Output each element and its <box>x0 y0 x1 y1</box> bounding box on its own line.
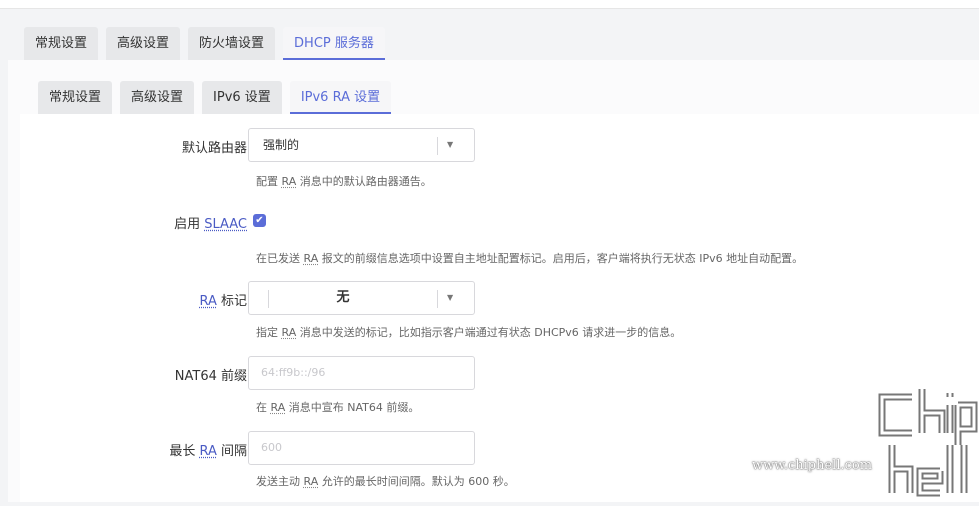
subtab-ipv6-settings[interactable]: IPv6 设置 <box>202 81 282 114</box>
slaac-checkbox[interactable]: ✔ <box>253 214 266 227</box>
slaac-abbr: SLAAC <box>204 217 247 232</box>
ra-abbr: RA <box>303 475 319 488</box>
top-tab-bar: 常规设置 高级设置 防火墙设置 DHCP 服务器 <box>24 27 385 60</box>
check-icon: ✔ <box>255 215 264 226</box>
ra-abbr: RA <box>281 175 297 188</box>
default-router-value: 强制的 <box>263 138 300 152</box>
ra-abbr: RA <box>303 252 319 265</box>
subtab-ipv6-ra-settings[interactable]: IPv6 RA 设置 <box>289 81 392 114</box>
nat64-prefix-label: NAT64 前缀 <box>174 369 247 384</box>
ra-flags-value: 无 <box>336 290 350 305</box>
nat64-prefix-input[interactable]: 64:ff9b::/96 <box>248 356 475 390</box>
chiphell-watermark: www.chiphell.com <box>752 385 979 502</box>
subtab-general-settings[interactable]: 常规设置 <box>38 81 113 114</box>
ra-abbr: RA <box>199 444 217 459</box>
sub-tab-bar: 常规设置 高级设置 IPv6 设置 IPv6 RA 设置 <box>38 81 392 114</box>
default-router-select[interactable]: 强制的 ▼ <box>248 128 475 162</box>
chiphell-logo-icon <box>878 389 978 497</box>
select-divider <box>437 137 438 155</box>
max-ra-interval-label: 最长 RA 间隔 <box>169 444 247 459</box>
slaac-description: 在已发送 RA 报文的前缀信息选项中设置自主地址配置标记。启用后，客户端将执行无… <box>256 252 804 265</box>
max-ra-interval-description: 发送主动 RA 允许的最长时间间隔。默认为 600 秒。 <box>256 475 515 488</box>
max-ra-interval-input[interactable]: 600 <box>248 431 475 465</box>
chevron-down-icon: ▼ <box>447 293 454 302</box>
default-router-label: 默认路由器 <box>181 141 247 156</box>
tab-dhcp-server[interactable]: DHCP 服务器 <box>283 27 385 60</box>
tab-firewall-settings[interactable]: 防火墙设置 <box>188 27 276 60</box>
subtab-advanced-settings[interactable]: 高级设置 <box>120 81 195 114</box>
tab-general-settings[interactable]: 常规设置 <box>24 27 99 60</box>
ra-abbr: RA <box>281 326 297 339</box>
default-router-description: 配置 RA 消息中的默认路由器通告。 <box>256 175 432 188</box>
watermark-url: www.chiphell.com <box>752 458 873 473</box>
ra-abbr: RA <box>199 294 217 309</box>
ra-flags-label: RA 标记 <box>199 294 247 309</box>
ra-abbr: RA <box>270 401 286 414</box>
nat64-prefix-description: 在 RA 消息中宣布 NAT64 前缀。 <box>256 401 420 414</box>
slaac-label: 启用 SLAAC <box>174 217 247 232</box>
select-divider <box>437 290 438 308</box>
top-header-strip <box>0 0 979 9</box>
ra-flags-select[interactable]: 无 ▼ <box>248 281 475 315</box>
chevron-down-icon: ▼ <box>447 140 454 149</box>
tab-advanced-settings[interactable]: 高级设置 <box>106 27 181 60</box>
ra-flags-description: 指定 RA 消息中发送的标记，比如指示客户端通过有状态 DHCPv6 请求进一步… <box>256 326 682 339</box>
